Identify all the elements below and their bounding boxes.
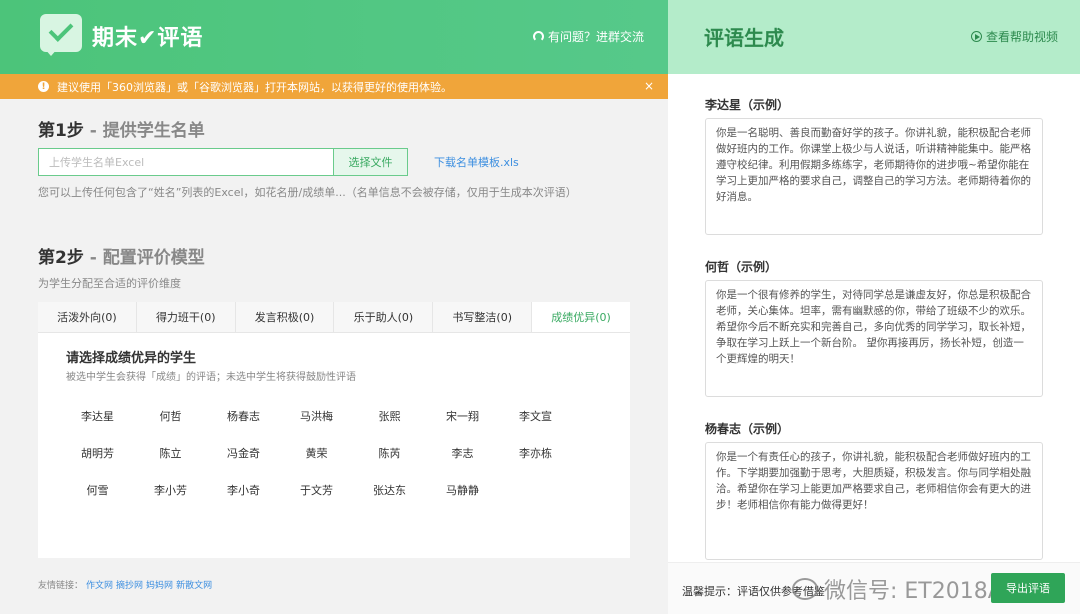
- dimension-tabs: 活泼外向(0) 得力班干(0) 发言积极(0) 乐于助人(0) 书写整洁(0) …: [38, 302, 630, 333]
- help-group-link[interactable]: 有问题？进群交流: [532, 28, 644, 45]
- evaluation-card: 活泼外向(0) 得力班干(0) 发言积极(0) 乐于助人(0) 书写整洁(0) …: [38, 302, 630, 558]
- step2-hint: 为学生分配至合适的评价维度: [38, 277, 181, 290]
- tab-lively[interactable]: 活泼外向(0): [38, 302, 137, 332]
- student-item[interactable]: 冯金奇: [207, 445, 280, 462]
- student-item[interactable]: 李达星: [61, 408, 134, 425]
- headset-icon: [532, 31, 544, 42]
- help-video-link[interactable]: 查看帮助视频: [970, 28, 1058, 45]
- friend-link[interactable]: 新散文网: [176, 581, 212, 591]
- student-item[interactable]: 杨春志: [207, 408, 280, 425]
- help-link-label: 有问题？进群交流: [547, 30, 644, 44]
- tab-active-speaker[interactable]: 发言积极(0): [235, 302, 335, 332]
- step1-hint: 您可以上传任何包含了“姓名”列表的Excel，如花名册/成绩单...（名单信息不…: [38, 186, 577, 199]
- logo-tail: [44, 48, 58, 56]
- step1-title: 第1步 - 提供学生名单: [38, 116, 205, 141]
- play-icon: [970, 31, 982, 42]
- watermark-text: 微信号: ET2018A: [824, 579, 1003, 604]
- student-item[interactable]: 李志: [426, 445, 499, 462]
- tab-excellent-grades[interactable]: 成绩优异(0): [532, 302, 630, 332]
- notice-text: 建议使用「360浏览器」或「谷歌浏览器」打开本网站，以获得更好的使用体验。: [57, 80, 452, 94]
- tab-neat-writing[interactable]: 书写整洁(0): [433, 302, 533, 332]
- check-bubble-logo-icon: [40, 14, 82, 52]
- friend-link[interactable]: 摘抄网: [116, 581, 143, 591]
- student-item[interactable]: 宋一翔: [426, 408, 499, 425]
- comment-generation-title: 评语生成: [704, 26, 784, 50]
- upload-row: 上传学生名单Excel 选择文件 下载名单模板.xls: [38, 148, 519, 176]
- friend-links-label: 友情链接：: [38, 581, 84, 591]
- step2-title: 第2步 - 配置评价模型: [38, 243, 205, 268]
- student-grid: 李达星 何哲 杨春志 马洪梅 张熙 宋一翔 李文宣 胡明芳 陈立 冯金奇 黄荣 …: [61, 408, 581, 499]
- left-panel: 期末✔评语 有问题？进群交流 ! 建议使用「360浏览器」或「谷歌浏览器」打开本…: [0, 0, 668, 614]
- step1-subtitle: - 提供学生名单: [83, 121, 205, 141]
- app-header: 期末✔评语 有问题？进群交流: [0, 0, 668, 74]
- student-item[interactable]: 陈立: [134, 445, 207, 462]
- comment-textarea[interactable]: 你是一个很有修养的学生，对待同学总是谦虚友好，你总是积极配合老师，关心集体。坦率…: [705, 280, 1043, 397]
- step1-number: 第1步: [38, 121, 84, 141]
- upload-input[interactable]: 上传学生名单Excel: [38, 148, 334, 176]
- card-description: 被选中学生会获得「成绩」的评语；未选中学生将获得鼓励性评语: [66, 372, 356, 383]
- student-item[interactable]: 张达东: [353, 482, 426, 499]
- student-item[interactable]: 李亦栋: [499, 445, 572, 462]
- student-item[interactable]: 李文宣: [499, 408, 572, 425]
- student-item[interactable]: 李小芳: [134, 482, 207, 499]
- comment-textarea[interactable]: 你是一个有责任心的孩子，你讲礼貌，能积极配合老师做好班内的工作。下学期要加强勤于…: [705, 442, 1043, 560]
- right-header: 评语生成 查看帮助视频: [668, 0, 1080, 74]
- student-item[interactable]: 张熙: [353, 408, 426, 425]
- tab-class-leader[interactable]: 得力班干(0): [136, 302, 236, 332]
- student-item[interactable]: 胡明芳: [61, 445, 134, 462]
- student-item[interactable]: 何雪: [61, 482, 134, 499]
- student-item[interactable]: 何哲: [134, 408, 207, 425]
- tab-helpful[interactable]: 乐于助人(0): [334, 302, 434, 332]
- right-panel: 评语生成 查看帮助视频 李达星（示例） 你是一名聪明、善良而勤奋好学的孩子。你讲…: [668, 0, 1080, 614]
- download-template-link[interactable]: 下载名单模板.xls: [434, 154, 519, 170]
- card-title: 请选择成绩优异的学生: [66, 351, 197, 366]
- close-icon[interactable]: ×: [644, 79, 654, 93]
- browser-notice: ! 建议使用「360浏览器」或「谷歌浏览器」打开本网站，以获得更好的使用体验。 …: [0, 74, 668, 99]
- friend-links: 友情链接： 作文网 摘抄网 妈妈网 新散文网: [38, 578, 212, 591]
- watermark: 微信号: ET2018A: [792, 573, 1003, 605]
- friend-link[interactable]: 作文网: [86, 581, 113, 591]
- comment-student-name: 何哲（示例）: [705, 260, 778, 274]
- friend-link[interactable]: 妈妈网: [146, 581, 173, 591]
- student-item[interactable]: 于文芳: [280, 482, 353, 499]
- wechat-icon: [792, 578, 818, 600]
- comment-student-name: 杨春志（示例）: [705, 422, 790, 436]
- step2-number: 第2步: [38, 248, 84, 268]
- export-comments-button[interactable]: 导出评语: [991, 573, 1065, 603]
- student-item[interactable]: 李小奇: [207, 482, 280, 499]
- student-item[interactable]: 黄荣: [280, 445, 353, 462]
- comment-student-name: 李达星（示例）: [705, 98, 790, 112]
- brand-title: 期末✔评语: [92, 26, 204, 51]
- student-item[interactable]: 马静静: [426, 482, 499, 499]
- choose-file-button[interactable]: 选择文件: [334, 148, 408, 176]
- comment-textarea[interactable]: 你是一名聪明、善良而勤奋好学的孩子。你讲礼貌，能积极配合老师做好班内的工作。你课…: [705, 118, 1043, 235]
- step2-subtitle: - 配置评价模型: [83, 248, 205, 268]
- student-item[interactable]: 陈芮: [353, 445, 426, 462]
- warning-icon: !: [38, 81, 49, 92]
- student-item[interactable]: 马洪梅: [280, 408, 353, 425]
- help-video-label: 查看帮助视频: [985, 30, 1058, 44]
- right-footer: 温馨提示：评语仅供参考借鉴 微信号: ET2018A 导出评语: [668, 562, 1080, 614]
